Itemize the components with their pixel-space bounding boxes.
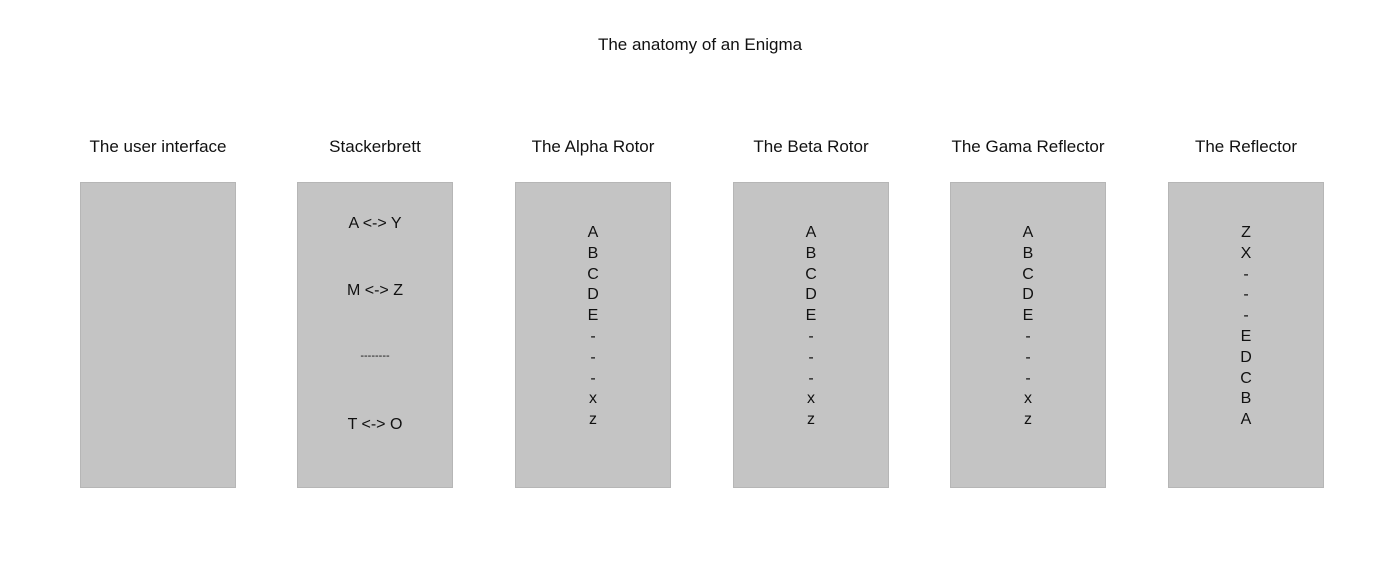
rotor-letter: - — [808, 348, 814, 366]
reflector-letter: C — [1240, 369, 1252, 387]
reflector-letter: A — [1240, 411, 1252, 429]
rotor-letter: D — [587, 286, 599, 304]
rotor-letter: A — [1022, 224, 1034, 241]
column-title: The Alpha Rotor — [531, 137, 655, 156]
rotor-letter: - — [590, 348, 596, 366]
reflector-letter: X — [1240, 244, 1252, 262]
rotor-letter: D — [1022, 286, 1034, 304]
column-title: The user interface — [89, 137, 227, 156]
rotor-letter: - — [1025, 369, 1031, 387]
column-title: Stackerbrett — [329, 137, 421, 156]
rotor-letter: B — [1022, 244, 1034, 262]
reflector-letter: D — [1240, 348, 1252, 366]
rotor-letter: - — [590, 327, 596, 345]
plug-pair-separator: -------- — [360, 350, 390, 362]
rotor-letter: B — [587, 244, 599, 262]
rotor-letter: - — [1025, 348, 1031, 366]
rotor-letter: x — [589, 390, 597, 408]
rotor-letter: C — [1022, 265, 1034, 283]
rotor-letter: z — [589, 411, 597, 429]
rotor-letter: z — [1024, 411, 1032, 429]
page-title: The anatomy of an Enigma — [597, 35, 803, 54]
reflector-letters: Z X - - - E D C B A — [1169, 223, 1323, 431]
stackerbrett-box: A <-> Y M <-> Z -------- T <-> O — [297, 182, 453, 488]
reflector-letter: Z — [1241, 224, 1251, 241]
rotor-letter: E — [587, 307, 599, 325]
reflector-box: Z X - - - E D C B A — [1168, 182, 1324, 488]
alpha-rotor-box: A B C D E - - - x z — [515, 182, 671, 488]
rotor-letter: - — [808, 369, 814, 387]
rotor-letter: - — [808, 327, 814, 345]
column-title: The Beta Rotor — [753, 137, 869, 156]
reflector-letter: - — [1243, 307, 1249, 325]
rotor-letter: C — [587, 265, 599, 283]
rotor-letter: x — [1024, 390, 1032, 408]
reflector-letter: - — [1243, 286, 1249, 304]
rotor-letter: E — [805, 307, 817, 325]
rotor-letter: x — [807, 390, 815, 408]
rotor-letters: A B C D E - - - x z — [951, 223, 1105, 431]
rotor-letters: A B C D E - - - x z — [516, 223, 670, 431]
user-interface-box — [80, 182, 236, 488]
rotor-letter: z — [807, 411, 815, 429]
plug-pair: A <-> Y — [348, 215, 402, 232]
column-title: The Gama Reflector — [951, 137, 1105, 156]
rotor-letter: B — [805, 244, 817, 262]
rotor-letters: A B C D E - - - x z — [734, 223, 888, 431]
beta-rotor-box: A B C D E - - - x z — [733, 182, 889, 488]
rotor-letter: A — [805, 224, 817, 241]
rotor-letter: D — [805, 286, 817, 304]
plug-pair: M <-> Z — [346, 282, 403, 299]
rotor-letter: A — [587, 224, 599, 241]
reflector-letter: - — [1243, 265, 1249, 283]
rotor-letter: C — [805, 265, 817, 283]
reflector-letter: E — [1240, 327, 1252, 345]
rotor-letter: E — [1022, 307, 1034, 325]
column-title: The Reflector — [1194, 137, 1298, 156]
rotor-letter: - — [590, 369, 596, 387]
rotor-letter: - — [1025, 327, 1031, 345]
gama-reflector-box: A B C D E - - - x z — [950, 182, 1106, 488]
plug-pair: T <-> O — [347, 416, 403, 433]
reflector-letter: B — [1240, 390, 1252, 408]
